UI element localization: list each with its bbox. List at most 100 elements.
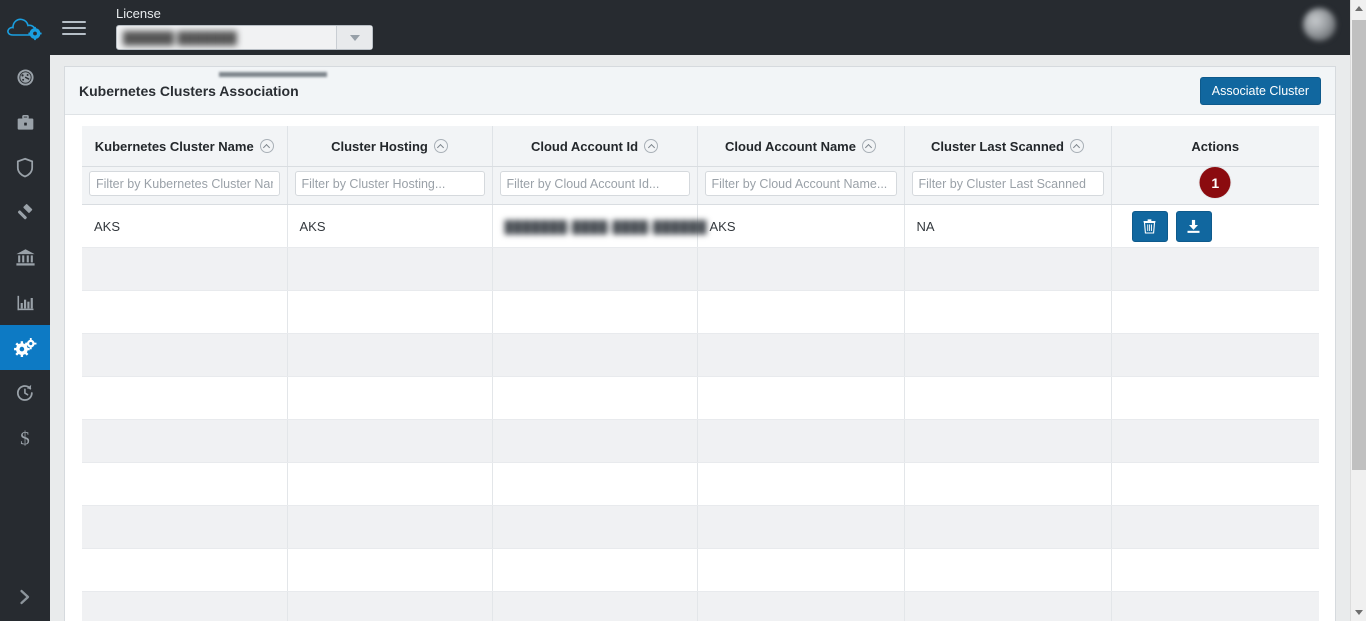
table-row <box>82 333 1319 377</box>
sidebar-item-reports[interactable] <box>0 280 50 325</box>
sort-ascending-icon[interactable] <box>259 139 274 153</box>
sidebar-item-billing[interactable]: $ <box>0 415 50 460</box>
sort-ascending-icon[interactable] <box>644 139 659 153</box>
empty-cell <box>287 591 493 621</box>
sidebar-item-history[interactable] <box>0 370 50 415</box>
column-header-cloud-account-id[interactable]: Cloud Account Id <box>492 126 698 167</box>
filter-input-kubernetes-cluster-name[interactable] <box>89 171 280 196</box>
sidebar-expand-button[interactable] <box>0 573 50 621</box>
shield-icon <box>16 157 34 178</box>
filter-input-cluster-hosting[interactable] <box>294 171 485 196</box>
empty-cell <box>492 548 698 592</box>
empty-cell <box>287 333 493 377</box>
bar-chart-icon <box>17 295 33 310</box>
column-label: Cloud Account Name <box>725 138 856 154</box>
filter-input-cluster-last-scanned[interactable] <box>911 171 1104 196</box>
sidebar-item-briefcase[interactable] <box>0 100 50 145</box>
scroll-up-button[interactable] <box>1351 0 1366 17</box>
filter-input-cloud-account-name[interactable] <box>704 171 897 196</box>
filter-input-cloud-account-id[interactable] <box>499 171 690 196</box>
sort-ascending-icon[interactable] <box>861 139 876 153</box>
sidebar-item-dashboard[interactable] <box>0 55 50 100</box>
trash-icon <box>1143 218 1156 234</box>
empty-cell <box>82 505 288 549</box>
empty-cell <box>82 290 288 334</box>
empty-cell <box>697 548 905 592</box>
empty-cell <box>287 548 493 592</box>
hamburger-line <box>62 26 86 29</box>
empty-cell <box>697 462 905 506</box>
kubernetes-clusters-card: Kubernetes Clusters Association Associat… <box>64 66 1336 621</box>
empty-cell <box>82 376 288 420</box>
empty-cell <box>492 333 698 377</box>
table-row <box>82 419 1319 463</box>
empty-cell <box>904 333 1112 377</box>
history-clock-icon <box>16 384 33 401</box>
column-header-cloud-account-name[interactable]: Cloud Account Name <box>697 126 905 167</box>
sidebar-item-security[interactable] <box>0 145 50 190</box>
column-label: Actions <box>1191 138 1240 154</box>
license-dropdown-toggle[interactable] <box>336 26 372 49</box>
scroll-down-button[interactable] <box>1351 604 1366 621</box>
table-row <box>82 505 1319 549</box>
cell-cluster-last-scanned: NA <box>904 204 1112 248</box>
empty-cell <box>697 419 905 463</box>
column-header-cluster-last-scanned[interactable]: Cluster Last Scanned <box>904 126 1112 167</box>
empty-cell <box>697 376 905 420</box>
cell-cloud-account-name: AKS <box>697 204 905 248</box>
table-head: Kubernetes Cluster Name Cluster Hosting <box>82 126 1319 205</box>
user-menu[interactable] <box>1303 8 1336 41</box>
gavel-icon <box>17 203 33 219</box>
license-selected-value: ██████ ███████ <box>117 26 336 49</box>
table-row <box>82 376 1319 420</box>
license-value-text: ██████ ███████ <box>123 30 237 45</box>
filter-cell-actions: 1 <box>1111 166 1319 205</box>
empty-cell <box>904 548 1112 592</box>
scrollbar-thumb[interactable] <box>1352 20 1366 470</box>
table-body: AKS AKS ███████-████-████-██████ AKS NA <box>82 204 1319 621</box>
sort-ascending-icon[interactable] <box>1069 139 1084 153</box>
associate-cluster-button[interactable]: Associate Cluster <box>1199 76 1321 105</box>
delete-cluster-button[interactable] <box>1131 210 1168 242</box>
table-row[interactable]: AKS AKS ███████-████-████-██████ AKS NA <box>82 204 1319 248</box>
sort-ascending-icon[interactable] <box>433 139 448 153</box>
scroll-up-arrow-icon <box>1355 6 1363 11</box>
column-label: Cluster Hosting <box>331 138 428 154</box>
empty-cell <box>697 333 905 377</box>
dollar-icon: $ <box>20 428 30 449</box>
empty-cell <box>904 376 1112 420</box>
empty-cell <box>492 419 698 463</box>
download-icon <box>1187 219 1200 233</box>
empty-cell <box>287 247 493 291</box>
empty-cell <box>1111 333 1319 377</box>
empty-cell <box>1111 376 1319 420</box>
column-header-cluster-hosting[interactable]: Cluster Hosting <box>287 126 493 167</box>
empty-cell <box>82 591 288 621</box>
empty-cell <box>904 591 1112 621</box>
column-header-actions: Actions <box>1111 126 1319 167</box>
empty-cell <box>287 419 493 463</box>
sidebar-item-governance[interactable] <box>0 190 50 235</box>
table-row <box>82 462 1319 506</box>
column-header-kubernetes-cluster-name[interactable]: Kubernetes Cluster Name <box>82 126 288 167</box>
empty-cell <box>697 591 905 621</box>
svg-text:$: $ <box>20 428 30 449</box>
cell-cloud-account-id: ███████-████-████-██████ <box>492 204 707 248</box>
download-cluster-button[interactable] <box>1175 210 1212 242</box>
filter-cell-kubernetes-cluster-name <box>82 166 288 205</box>
license-dropdown[interactable]: ██████ ███████ <box>116 25 373 77</box>
cell-cluster-hosting: AKS <box>287 204 493 248</box>
page-scrollbar[interactable] <box>1350 0 1366 621</box>
empty-cell <box>492 505 698 549</box>
chevron-down-icon <box>349 34 360 41</box>
empty-cell <box>492 290 698 334</box>
empty-cell <box>1111 462 1319 506</box>
sidebar-item-settings[interactable] <box>0 325 50 370</box>
cell-kubernetes-cluster-name: AKS <box>82 204 288 248</box>
sidebar-item-finance[interactable] <box>0 235 50 280</box>
hamburger-menu-icon[interactable] <box>62 0 88 55</box>
table-row <box>82 591 1319 621</box>
app-logo[interactable] <box>0 0 50 55</box>
cloud-account-id-value: ███████-████-████-██████ <box>504 219 708 234</box>
